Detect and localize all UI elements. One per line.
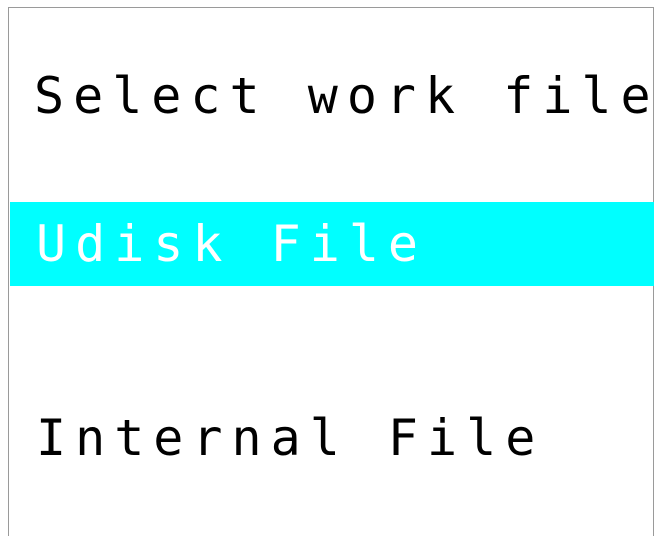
menu-item-label: Udisk File xyxy=(36,215,428,273)
page-title: Select work file xyxy=(34,67,655,125)
file-select-screen: Select work file Udisk File Internal Fil… xyxy=(8,7,654,536)
menu-item-internal-file[interactable]: Internal File xyxy=(10,400,654,484)
menu-item-udisk-file[interactable]: Udisk File xyxy=(10,202,654,286)
menu-item-label: Internal File xyxy=(36,409,545,467)
